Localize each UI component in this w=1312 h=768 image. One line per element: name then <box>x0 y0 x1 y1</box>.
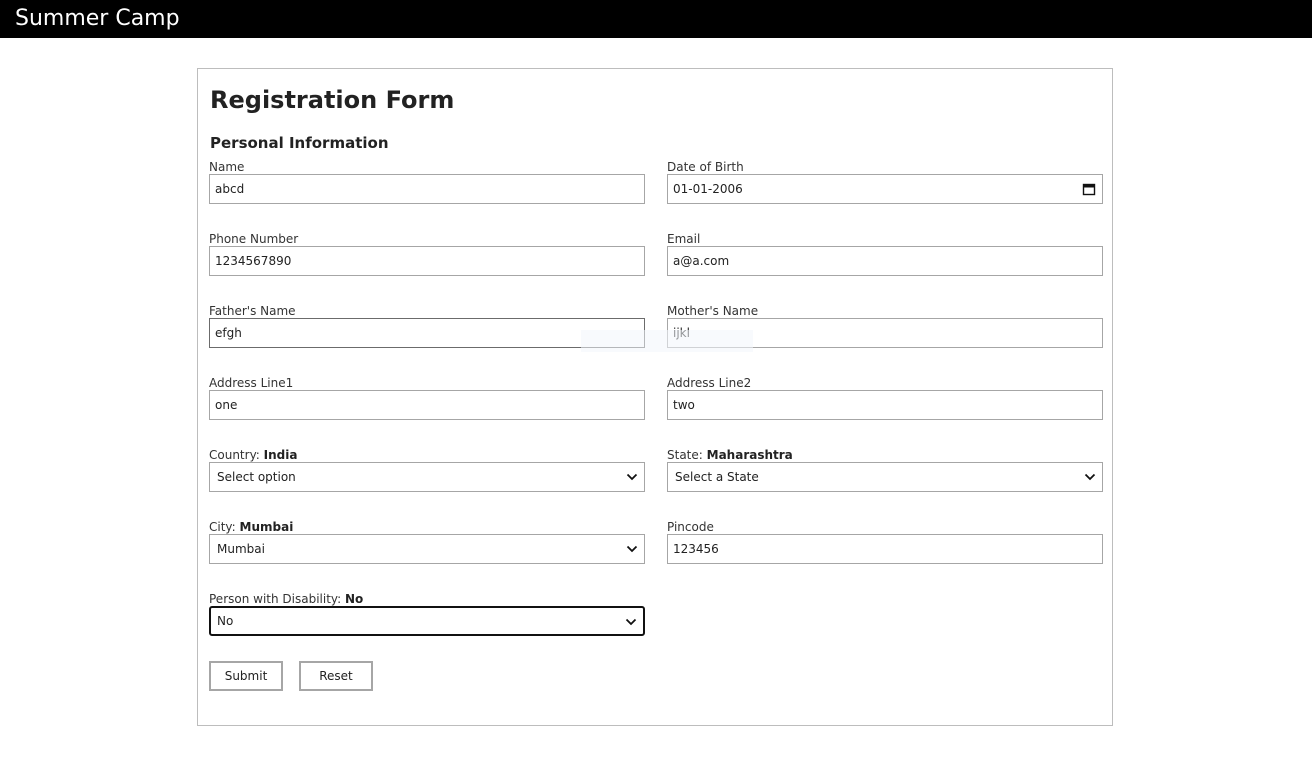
pincode-input[interactable]: 123456 <box>667 534 1103 564</box>
section-title: Personal Information <box>210 134 389 152</box>
submit-button[interactable]: Submit <box>209 661 283 691</box>
dob-input[interactable]: 01-01-2006 <box>667 174 1103 204</box>
name-label: Name <box>209 160 245 174</box>
email-field: Email a@a.com <box>667 231 1103 276</box>
email-label: Email <box>667 232 701 246</box>
country-selected-display: India <box>263 448 298 462</box>
state-select-value: Select a State <box>675 470 759 484</box>
registration-form-card: Registration Form Personal Information N… <box>197 68 1113 726</box>
address-line1-label: Address Line1 <box>209 376 294 390</box>
country-select-value: Select option <box>217 470 296 484</box>
dob-label: Date of Birth <box>667 160 744 174</box>
address-line2-label: Address Line2 <box>667 376 752 390</box>
chevron-down-icon <box>626 473 638 481</box>
form-title: Registration Form <box>210 86 455 114</box>
phone-label: Phone Number <box>209 232 299 246</box>
disability-label: Person with Disability: No <box>209 591 363 607</box>
email-input[interactable]: a@a.com <box>667 246 1103 276</box>
mother-name-label: Mother's Name <box>667 304 759 318</box>
city-label: City: Mumbai <box>209 519 293 535</box>
phone-field: Phone Number 1234567890 <box>209 231 645 276</box>
city-select-value: Mumbai <box>217 542 265 556</box>
father-name-label: Father's Name <box>209 304 296 318</box>
address-line2-input[interactable]: two <box>667 390 1103 420</box>
state-field: State: Maharashtra Select a State <box>667 447 1103 492</box>
calendar-icon[interactable] <box>1082 182 1096 196</box>
disability-selected-display: No <box>345 592 364 606</box>
country-select[interactable]: Select option <box>209 462 645 492</box>
mother-name-field: Mother's Name ijkl <box>667 303 1103 348</box>
state-label-text: State: <box>667 448 703 462</box>
address-line1-field: Address Line1 one <box>209 375 645 420</box>
city-label-text: City: <box>209 520 236 534</box>
address-line2-field: Address Line2 two <box>667 375 1103 420</box>
pincode-label: Pincode <box>667 520 714 534</box>
phone-input[interactable]: 1234567890 <box>209 246 645 276</box>
father-name-field: Father's Name efgh <box>209 303 645 348</box>
reset-button[interactable]: Reset <box>299 661 373 691</box>
chevron-down-icon <box>625 618 637 626</box>
disability-label-text: Person with Disability: <box>209 592 342 606</box>
pincode-field: Pincode 123456 <box>667 519 1103 564</box>
city-select[interactable]: Mumbai <box>209 534 645 564</box>
address-line1-input[interactable]: one <box>209 390 645 420</box>
state-label: State: Maharashtra <box>667 447 793 463</box>
country-field: Country: India Select option <box>209 447 645 492</box>
country-label: Country: India <box>209 447 297 463</box>
top-navbar: Summer Camp <box>0 0 1312 38</box>
state-select[interactable]: Select a State <box>667 462 1103 492</box>
faded-tooltip-overlay <box>581 330 753 352</box>
city-field: City: Mumbai Mumbai <box>209 519 645 564</box>
dob-value: 01-01-2006 <box>673 182 743 196</box>
state-selected-display: Maharashtra <box>706 448 793 462</box>
disability-select-value: No <box>217 614 234 628</box>
disability-select[interactable]: No <box>209 606 645 636</box>
chevron-down-icon <box>626 545 638 553</box>
name-input[interactable]: abcd <box>209 174 645 204</box>
name-field: Name abcd <box>209 159 645 204</box>
chevron-down-icon <box>1084 473 1096 481</box>
country-label-text: Country: <box>209 448 260 462</box>
city-selected-display: Mumbai <box>239 520 294 534</box>
father-name-input[interactable]: efgh <box>209 318 645 348</box>
dob-field: Date of Birth 01-01-2006 <box>667 159 1103 204</box>
app-brand-title: Summer Camp <box>15 6 180 31</box>
disability-field: Person with Disability: No No <box>209 591 645 636</box>
